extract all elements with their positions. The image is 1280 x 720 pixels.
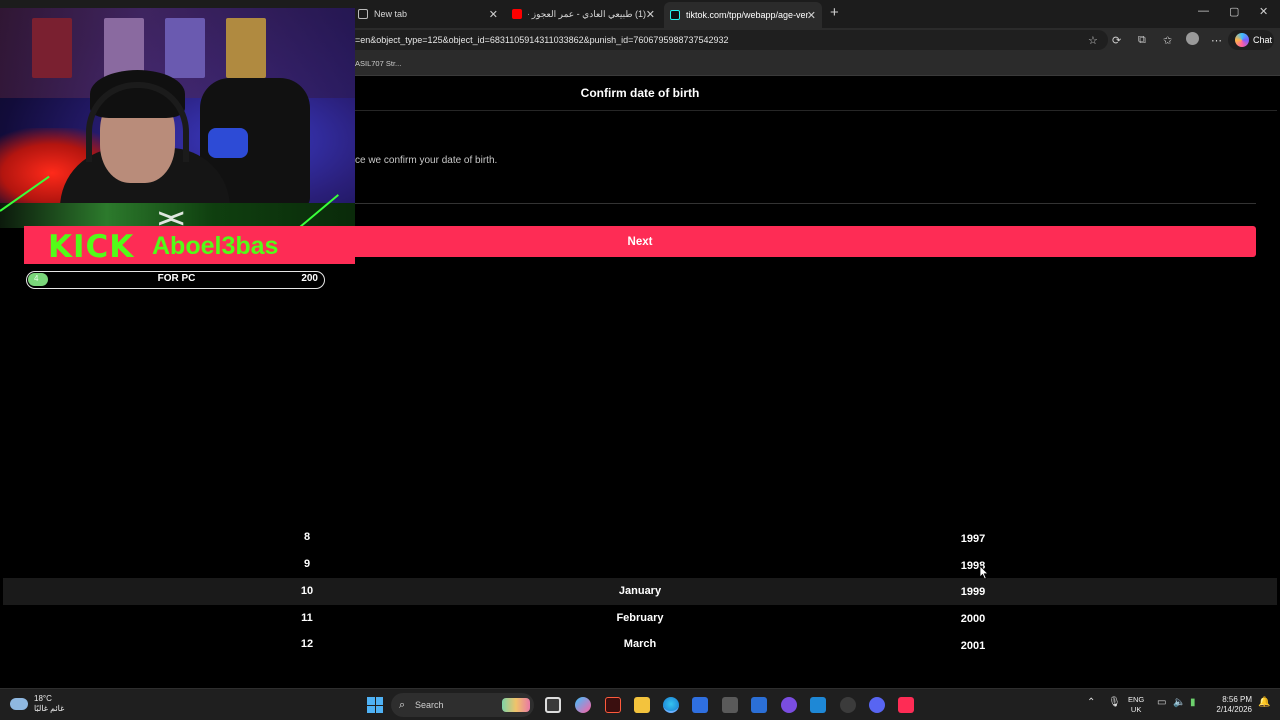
extensions-icon[interactable]: ⧉ [1138, 34, 1146, 47]
minimize-button[interactable]: — [1198, 5, 1209, 17]
battery-icon[interactable]: ▮ [1190, 697, 1196, 708]
mouse-cursor-icon [979, 565, 989, 580]
clock-date: 2/14/2026 [1216, 705, 1252, 714]
app-pen-icon[interactable] [751, 697, 767, 713]
year-option[interactable]: 2001 [923, 640, 1023, 652]
donation-goal-bar: 4 FOR PC 200 [26, 271, 325, 289]
app-cube-icon[interactable] [722, 697, 738, 713]
favorite-link[interactable]: ASIL707 Str... [355, 59, 401, 68]
taskbar: 18°C غائم غالبًا ⌕ Search ⌃ 🎙 ENG UK ▭ 🔈 [0, 688, 1280, 720]
x-logo-icon: >< [158, 203, 184, 228]
volume-icon[interactable]: 🔈 [1173, 697, 1185, 708]
page-description: ce we confirm your date of birth. [355, 155, 498, 166]
day-option[interactable]: 12 [257, 638, 357, 650]
network-icon[interactable]: ▭ [1157, 697, 1166, 708]
cloud-icon [10, 698, 28, 710]
microphone-icon[interactable]: 🎙 [1108, 697, 1121, 708]
streamer-name: Aboel3bas [152, 232, 279, 260]
tab-tiktok[interactable]: tiktok.com/tpp/webapp/age-verific ✕ [664, 2, 822, 28]
goal-label: FOR PC [157, 273, 196, 284]
poster-image [165, 18, 205, 78]
profile-avatar-icon[interactable] [1186, 32, 1199, 45]
webcam-overlay: >< [0, 8, 355, 228]
lang-region: UK [1130, 705, 1142, 714]
favorite-star-icon[interactable]: ☆ [1088, 34, 1098, 47]
close-tab-icon[interactable]: ✕ [646, 8, 655, 21]
close-tab-icon[interactable]: ✕ [807, 9, 816, 22]
app-circle-icon[interactable] [781, 697, 797, 713]
day-option[interactable]: 11 [257, 612, 357, 624]
weather-widget[interactable]: 18°C غائم غالبًا [10, 694, 64, 714]
new-tab-button[interactable]: + [830, 4, 839, 21]
store-icon[interactable] [692, 697, 708, 713]
youtube-icon [512, 9, 522, 19]
new-tab-icon [358, 9, 368, 19]
day-option[interactable]: 8 [257, 531, 357, 543]
system-clock[interactable]: 8:56 PM 2/14/2026 [1212, 695, 1252, 715]
refresh-icon[interactable]: ⟳ [1112, 34, 1121, 47]
vscode-icon[interactable] [810, 697, 826, 713]
month-option-selected[interactable]: January [590, 585, 690, 597]
search-icon: ⌕ [399, 699, 406, 711]
search-highlight-icon [502, 698, 530, 712]
poster-image [226, 18, 266, 78]
kick-logo: KICK [48, 229, 135, 265]
taskbar-search[interactable]: ⌕ Search [391, 693, 534, 717]
windows-start-icon[interactable] [367, 697, 383, 713]
copilot-icon [1235, 33, 1249, 47]
weather-temp: 18°C [34, 694, 52, 703]
year-option[interactable]: 1997 [923, 533, 1023, 545]
goal-target: 200 [301, 273, 318, 284]
search-placeholder: Search [415, 700, 444, 710]
year-option-selected[interactable]: 1999 [923, 586, 1023, 598]
year-option[interactable]: 1998 [923, 560, 1023, 572]
clock-time: 8:56 PM [1222, 695, 1252, 704]
maximize-button[interactable]: ▢ [1229, 5, 1239, 18]
day-option[interactable]: 9 [257, 558, 357, 570]
tab-youtube[interactable]: (1) طبيعي العادي - عمر العجوز - ube ✕ [506, 4, 661, 24]
copilot-app-icon[interactable] [575, 697, 591, 713]
copilot-chat-button[interactable]: Chat [1228, 30, 1274, 50]
task-view-icon[interactable] [545, 697, 561, 713]
file-explorer-icon[interactable] [634, 697, 650, 713]
edge-icon[interactable] [663, 697, 679, 713]
input-language[interactable]: ENG UK [1128, 695, 1144, 715]
illustrator-icon[interactable] [605, 697, 621, 713]
month-option[interactable]: February [590, 612, 690, 624]
close-window-button[interactable]: ✕ [1259, 5, 1268, 18]
tab-title: tiktok.com/tpp/webapp/age-verific [686, 10, 808, 20]
tiktok-icon [670, 10, 680, 20]
tab-title: (1) طبيعي العادي - عمر العجوز - ube [528, 8, 646, 19]
day-option-selected[interactable]: 10 [257, 585, 357, 597]
poster-image [32, 18, 72, 78]
screen: New tab ✕ (1) طبيعي العادي - عمر العجوز … [0, 0, 1280, 720]
more-menu-icon[interactable]: ⋯ [1211, 34, 1222, 47]
notifications-icon[interactable]: 🔔 [1258, 697, 1270, 708]
tray-chevron-icon[interactable]: ⌃ [1087, 697, 1095, 708]
tiktok-app-icon[interactable] [898, 697, 914, 713]
close-tab-icon[interactable]: ✕ [489, 8, 498, 21]
tab-new-tab[interactable]: New tab ✕ [352, 4, 504, 24]
year-option[interactable]: 2000 [923, 613, 1023, 625]
chat-label: Chat [1253, 35, 1273, 45]
discord-icon[interactable] [869, 697, 885, 713]
favorites-icon[interactable]: ✩ [1163, 34, 1172, 47]
weather-desc: غائم غالبًا [34, 704, 65, 713]
poster-image [104, 18, 144, 78]
obs-icon[interactable] [840, 697, 856, 713]
month-option[interactable]: March [590, 638, 690, 650]
tab-title: New tab [374, 9, 408, 19]
lang-code: ENG [1128, 695, 1145, 704]
